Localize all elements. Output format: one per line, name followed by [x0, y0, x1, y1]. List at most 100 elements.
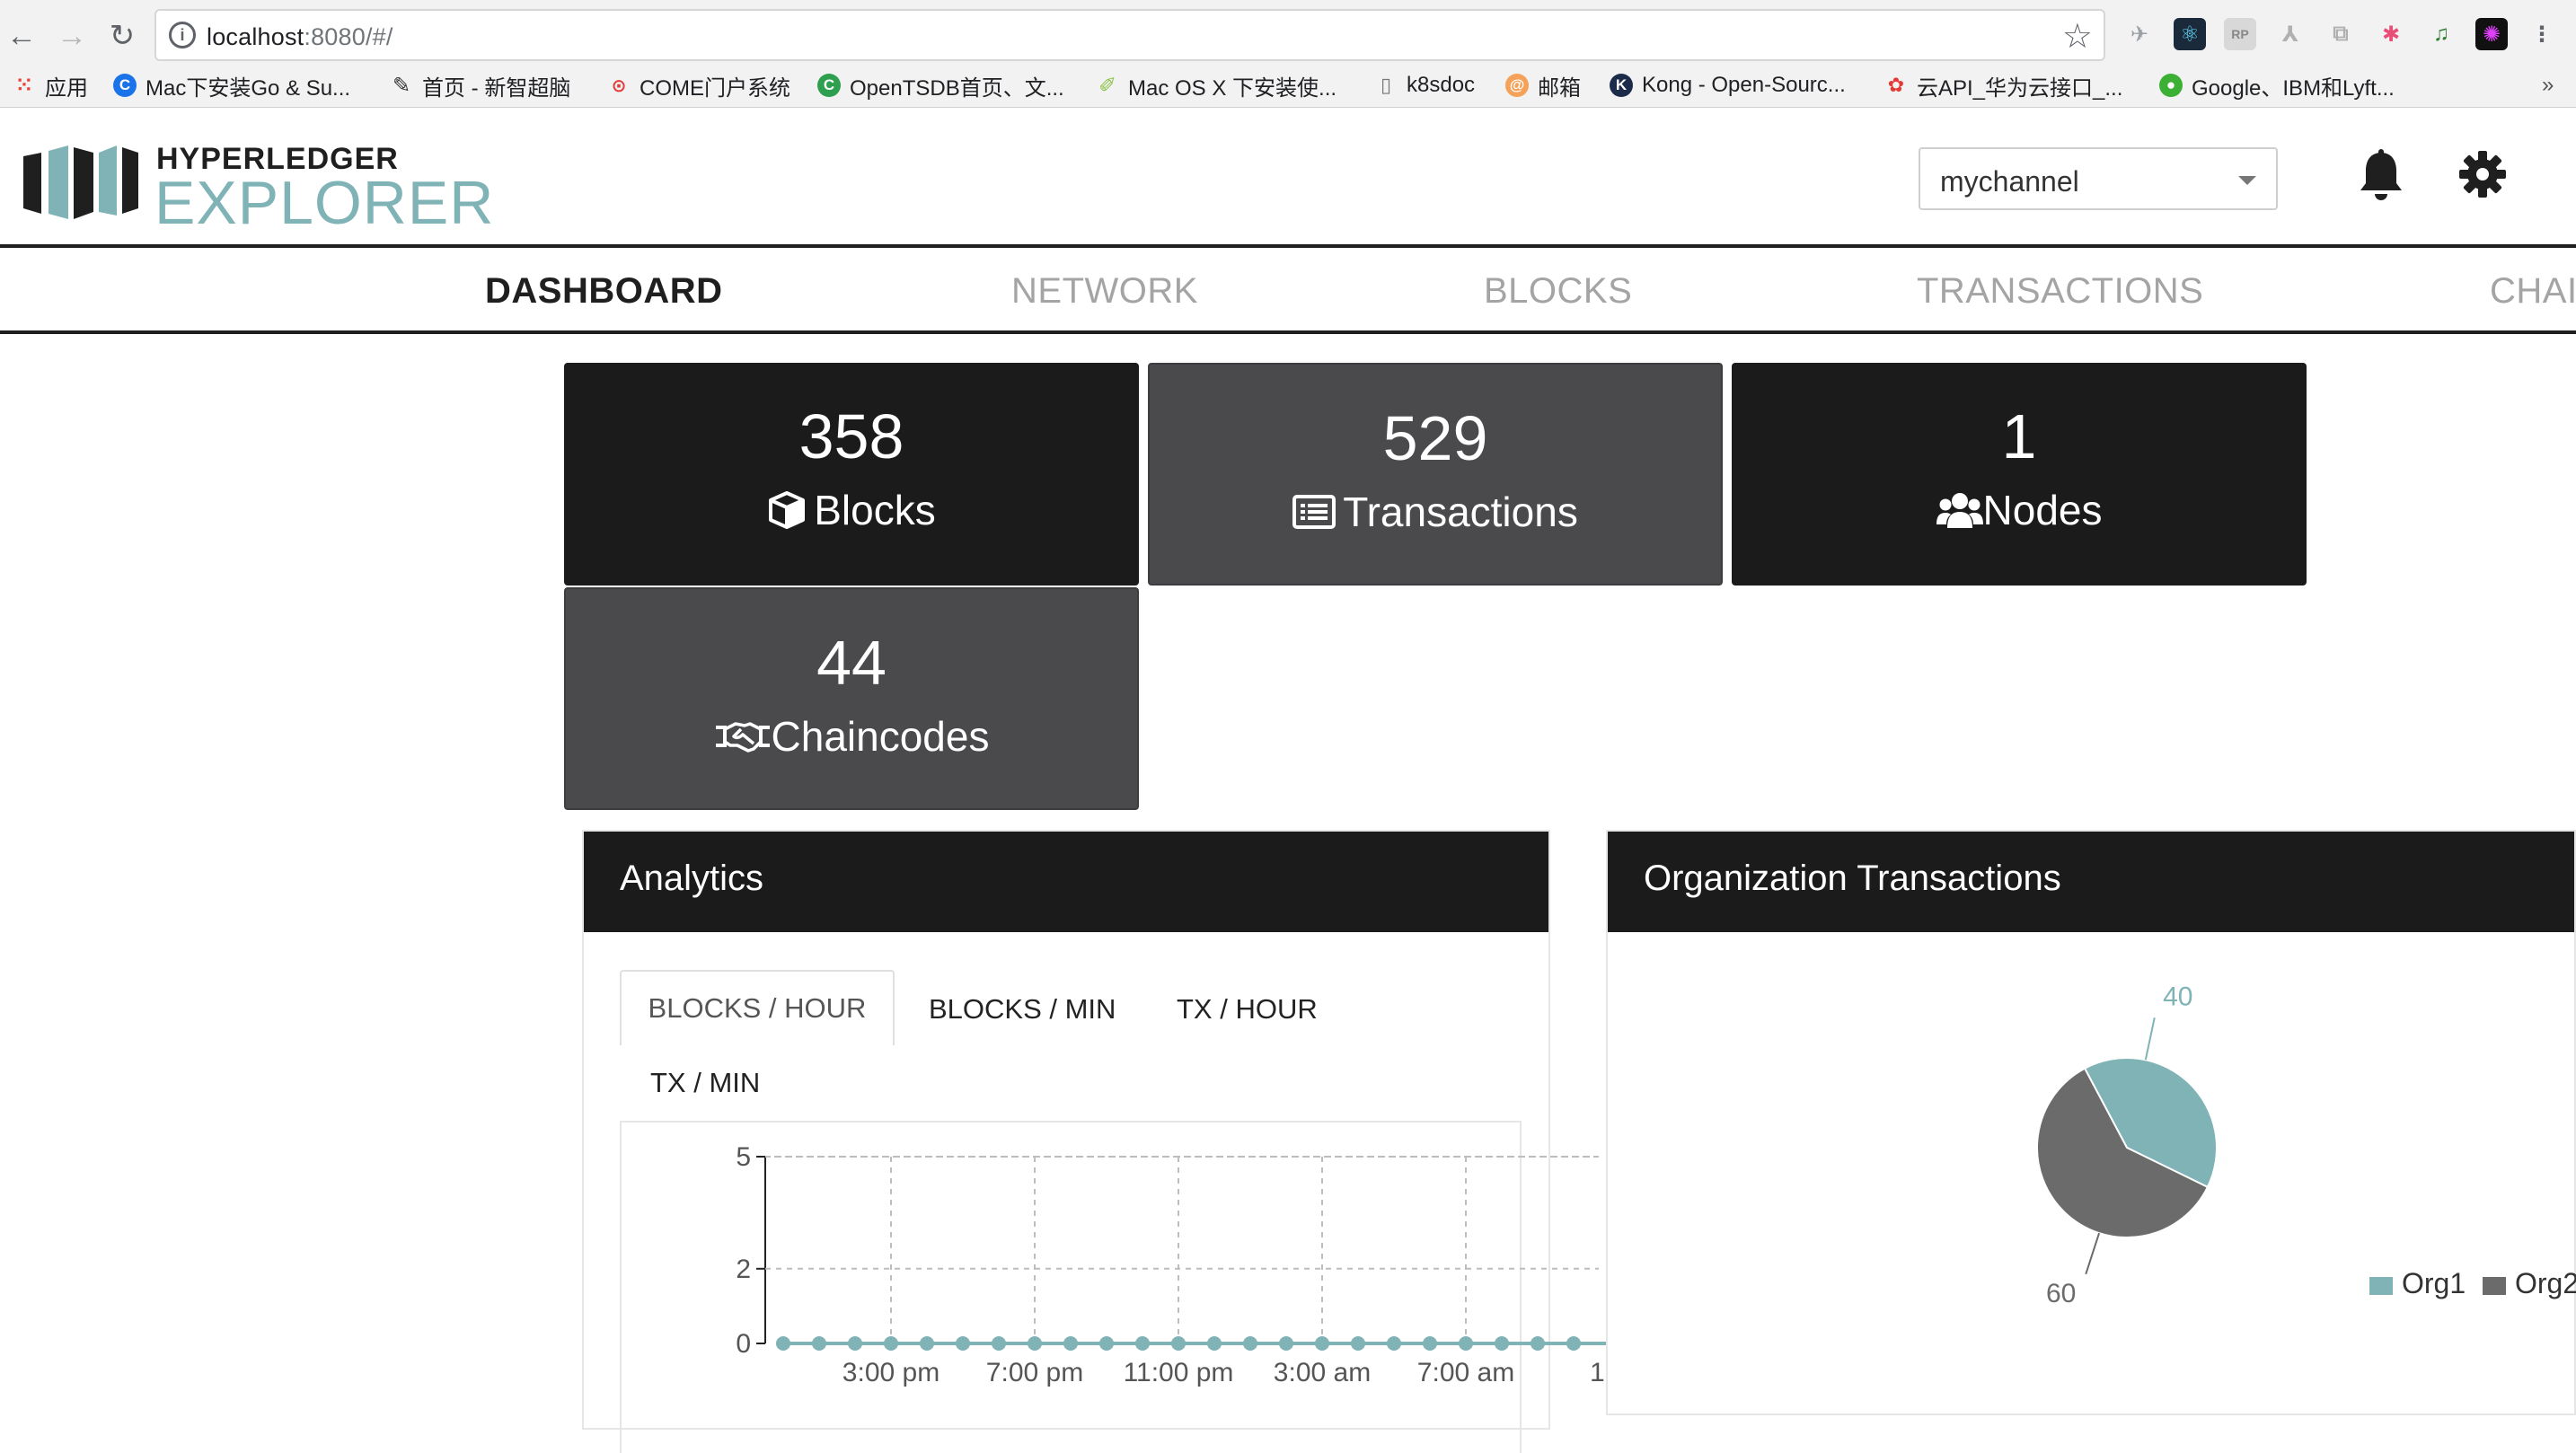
- x-tick-label: 7:00 am: [1417, 1358, 1514, 1387]
- tab-blocks-per-min[interactable]: BLOCKS / MIN: [929, 993, 1116, 1026]
- org-transactions-header: Organization Transactions: [1608, 832, 2574, 932]
- org-transactions-title: Organization Transactions: [1644, 859, 2061, 898]
- data-point: [1531, 1336, 1545, 1351]
- forward-icon[interactable]: →: [50, 14, 93, 57]
- y-tick-label: 5: [736, 1142, 751, 1172]
- pencil-icon: ✐: [1098, 73, 1117, 98]
- reload-icon[interactable]: ↻: [101, 14, 144, 57]
- rp-icon[interactable]: RP: [2224, 18, 2256, 50]
- blocks-per-hour-chart: 5203:00 pm7:00 pm11:00 pm3:00 am7:00 am1…: [736, 1142, 1645, 1387]
- data-point: [1387, 1336, 1401, 1351]
- edit-icon: ✎: [392, 73, 411, 98]
- channel-select[interactable]: mychannel: [1919, 147, 2278, 210]
- box-icon[interactable]: ⧉: [2325, 18, 2357, 50]
- tab-chaincodes[interactable]: CHAI: [2490, 271, 2576, 312]
- twitter-bird-icon[interactable]: ✈: [2123, 18, 2156, 50]
- legend-label: Org1: [2402, 1267, 2466, 1299]
- app-header: HYPERLEDGER EXPLORER mychannel: [0, 108, 2576, 248]
- bookmark-item[interactable]: ⊙ COME门户系统: [607, 70, 790, 101]
- react-icon[interactable]: ⚛: [2174, 18, 2206, 50]
- hyperledger-logo-icon: [23, 145, 138, 219]
- menu-dots-icon[interactable]: ⋮: [2526, 18, 2558, 50]
- bookmark-item[interactable]: C Mac下安装Go & Su...: [113, 70, 350, 101]
- stat-value: 358: [798, 401, 904, 471]
- tab-blocks[interactable]: BLOCKS: [1484, 271, 1632, 312]
- stat-card-chaincodes: 44 Chaincodes: [564, 587, 1139, 810]
- bookmark-item[interactable]: @ 邮箱: [1505, 70, 1581, 101]
- browser-chrome: ← → ↻ i localhost:8080/#/ ☆ ✈ ⚛ RP ⅄ ⧉ ✱…: [0, 0, 2576, 108]
- x-tick-label: 3:00 am: [1274, 1358, 1371, 1387]
- address-bar[interactable]: i localhost:8080/#/ ☆: [154, 9, 2105, 61]
- bookmark-label: k8sdoc: [1407, 73, 1476, 97]
- x-tick-label: 7:00 pm: [986, 1358, 1083, 1387]
- info-icon[interactable]: i: [169, 22, 196, 48]
- data-point: [920, 1336, 934, 1351]
- legend-label: Org2: [2515, 1267, 2576, 1299]
- tab-dashboard[interactable]: DASHBOARD: [485, 271, 723, 312]
- tab-tx-per-min[interactable]: TX / MIN: [650, 1067, 760, 1099]
- data-point: [1028, 1336, 1042, 1351]
- stat-value: 1: [2001, 401, 2037, 471]
- red-dot-icon: ⊙: [611, 75, 627, 96]
- analytics-title: Analytics: [620, 859, 764, 898]
- music-note-icon[interactable]: ♫: [2425, 18, 2457, 50]
- bookmark-item[interactable]: ✿ 云API_华为云接口_...: [1884, 70, 2123, 101]
- data-point: [1279, 1336, 1293, 1351]
- y-tick-label: 2: [736, 1255, 751, 1284]
- pinwheel-icon[interactable]: ✱: [2375, 18, 2407, 50]
- url-host: localhost: [207, 23, 304, 50]
- main-tabs: DASHBOARD NETWORK BLOCKS TRANSACTIONS CH…: [0, 251, 2576, 334]
- logo-subtitle: EXPLORER: [154, 169, 495, 237]
- bookmark-label: 应用: [45, 75, 88, 101]
- bookmark-label: Google、IBM和Lyft...: [2192, 75, 2395, 101]
- url-text[interactable]: localhost:8080/#/: [207, 23, 393, 51]
- back-icon[interactable]: ←: [0, 14, 43, 57]
- bookmark-item[interactable]: ✎ 首页 - 新智超脑: [390, 70, 570, 101]
- bookmark-label: Mac下安装Go & Su...: [146, 75, 351, 101]
- tab-network[interactable]: NETWORK: [1011, 271, 1198, 312]
- tree-icon[interactable]: ⅄: [2274, 18, 2307, 50]
- data-point: [884, 1336, 898, 1351]
- cube-icon: [769, 491, 806, 529]
- tab-blocks-per-hour[interactable]: BLOCKS / HOUR: [620, 970, 895, 1045]
- data-point: [1495, 1336, 1509, 1351]
- stat-label-row: Transactions: [1150, 487, 1721, 537]
- data-point: [1566, 1336, 1581, 1351]
- bookmark-item[interactable]: K Kong - Open-Sourc...: [1610, 70, 1846, 101]
- bookmark-star-icon[interactable]: ☆: [2062, 16, 2093, 57]
- stat-label-row: Blocks: [564, 485, 1139, 535]
- bell-icon[interactable]: [2357, 149, 2405, 203]
- bookmark-item[interactable]: ▯ k8sdoc: [1374, 70, 1475, 101]
- pie-data-label: 40: [2163, 982, 2192, 1012]
- bookmark-item[interactable]: ✐ Mac OS X 下安装使...: [1096, 70, 1337, 101]
- bookmark-item[interactable]: ● Google、IBM和Lyft...: [2159, 70, 2395, 101]
- data-point: [1171, 1336, 1186, 1351]
- data-point: [1207, 1336, 1222, 1351]
- handshake-icon: [715, 722, 770, 753]
- bookmark-item[interactable]: C OpenTSDB首页、文...: [817, 70, 1064, 101]
- tab-tx-per-hour[interactable]: TX / HOUR: [1177, 993, 1318, 1026]
- huawei-icon: ✿: [1887, 74, 1905, 96]
- gear-icon[interactable]: [2459, 151, 2506, 198]
- tab-transactions[interactable]: TRANSACTIONS: [1917, 271, 2203, 312]
- data-point: [776, 1336, 790, 1351]
- black-star-icon[interactable]: ✺: [2475, 18, 2508, 50]
- org-transactions-panel: Organization Transactions 40 60 Org1 Org2: [1606, 830, 2576, 1415]
- data-point: [812, 1336, 826, 1351]
- stat-label-row: Chaincodes: [566, 711, 1137, 762]
- stat-label: Blocks: [814, 487, 936, 533]
- more-bookmarks-button[interactable]: »: [2542, 70, 2554, 101]
- mail-icon: @: [1505, 74, 1529, 97]
- data-point: [1099, 1336, 1114, 1351]
- pie-leader-line: [2144, 1017, 2156, 1061]
- chrome-c-icon: C: [113, 74, 137, 97]
- wechat-icon: ●: [2159, 74, 2183, 97]
- stat-card-blocks: 358 Blocks: [564, 363, 1139, 586]
- bookmark-item[interactable]: ⁙ 应用: [13, 70, 88, 101]
- stat-value: 44: [816, 628, 887, 698]
- stat-label: Nodes: [1982, 487, 2103, 533]
- data-point: [1351, 1336, 1365, 1351]
- bookmark-label: Kong - Open-Sourc...: [1642, 73, 1846, 97]
- bookmark-label: 邮箱: [1538, 75, 1581, 101]
- stat-value: 529: [1382, 403, 1488, 473]
